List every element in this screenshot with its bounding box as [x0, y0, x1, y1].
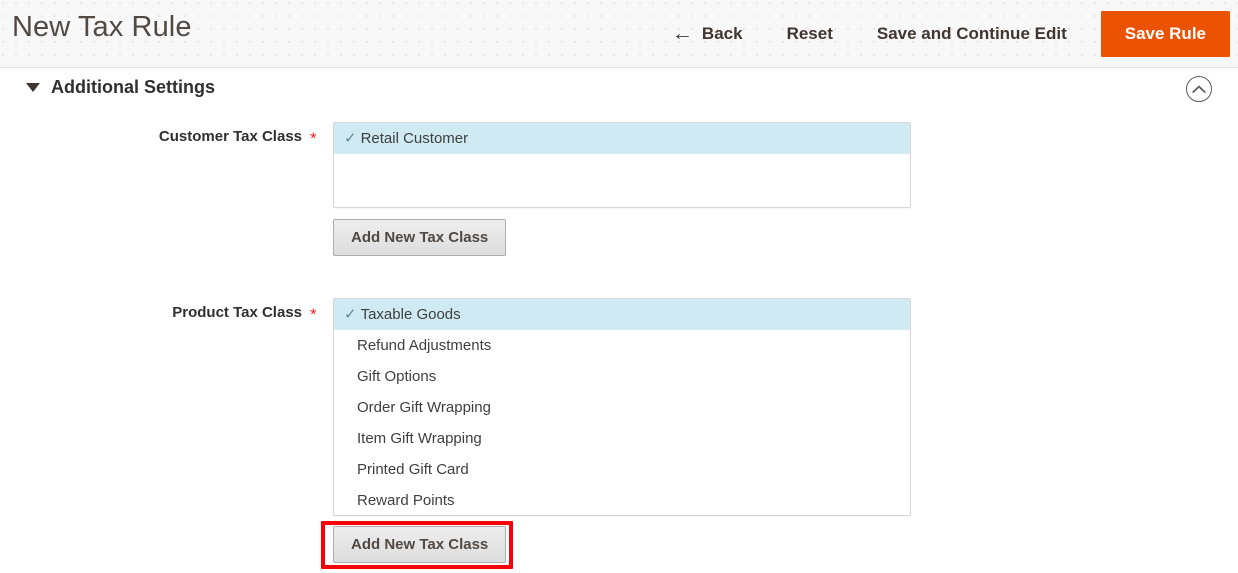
multiselect-option-refund-adjustments[interactable]: Refund Adjustments	[334, 330, 910, 361]
product-tax-class-required-marker: *	[310, 306, 317, 323]
product-tax-class-add-new-tax-class-button[interactable]: Add New Tax Class	[333, 526, 506, 563]
multiselect-option-reward-points[interactable]: Reward Points	[334, 485, 910, 516]
caret-down-icon	[26, 83, 40, 92]
customer-tax-class-required-marker: *	[310, 130, 317, 147]
multiselect-option-gift-options[interactable]: Gift Options	[334, 361, 910, 392]
check-icon: ✓	[344, 131, 357, 146]
save-and-continue-edit-label: Save and Continue Edit	[877, 24, 1067, 44]
multiselect-option-label: Taxable Goods	[361, 299, 461, 330]
customer-tax-class-label: Customer Tax Class	[0, 128, 302, 145]
save-and-continue-edit-button[interactable]: Save and Continue Edit	[855, 24, 1089, 44]
additional-settings-toggle[interactable]: Additional Settings	[26, 77, 215, 98]
customer-tax-class-multiselect[interactable]: ✓ Retail Customer	[333, 122, 911, 208]
reset-button-label: Reset	[787, 24, 833, 44]
multiselect-option-taxable-goods[interactable]: ✓ Taxable Goods	[334, 299, 910, 330]
check-icon: ✓	[344, 307, 357, 322]
product-tax-class-label: Product Tax Class	[0, 304, 302, 321]
additional-settings-title: Additional Settings	[51, 77, 215, 98]
back-button[interactable]: ← Back	[650, 24, 765, 45]
product-tax-class-multiselect[interactable]: ✓ Taxable Goods Refund Adjustments Gift …	[333, 298, 911, 516]
multiselect-option-label: Retail Customer	[361, 123, 469, 154]
additional-settings-section-header: Additional Settings	[0, 68, 1238, 110]
multiselect-option-order-gift-wrapping[interactable]: Order Gift Wrapping	[334, 392, 910, 423]
multiselect-option-retail-customer[interactable]: ✓ Retail Customer	[334, 123, 910, 154]
page-header: New Tax Rule ← Back Reset Save and Conti…	[0, 0, 1238, 68]
page-actions-toolbar: ← Back Reset Save and Continue Edit Save…	[650, 0, 1234, 68]
arrow-left-icon: ←	[672, 23, 693, 44]
back-button-label: Back	[702, 24, 743, 44]
reset-button[interactable]: Reset	[765, 24, 855, 44]
chevron-up-circle-icon[interactable]	[1186, 76, 1212, 102]
multiselect-option-printed-gift-card[interactable]: Printed Gift Card	[334, 454, 910, 485]
multiselect-option-item-gift-wrapping[interactable]: Item Gift Wrapping	[334, 423, 910, 454]
save-rule-button[interactable]: Save Rule	[1101, 11, 1230, 57]
customer-tax-class-add-new-tax-class-button[interactable]: Add New Tax Class	[333, 219, 506, 256]
page-title: New Tax Rule	[12, 11, 192, 44]
